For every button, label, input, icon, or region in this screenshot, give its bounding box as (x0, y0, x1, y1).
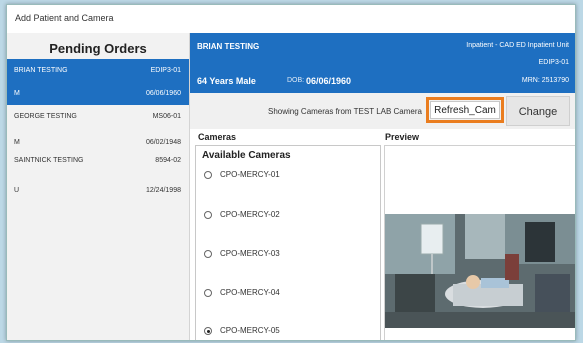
radio-button-selected[interactable] (204, 327, 212, 335)
radio-button[interactable] (204, 171, 212, 179)
window-title: Add Patient and Camera (15, 13, 114, 23)
camera-source-text: Showing Cameras from TEST LAB Camera (268, 107, 422, 116)
patient-mrn: MRN: 2513790 (521, 77, 569, 84)
patient-name: BRIAN TESTING (197, 42, 260, 51)
preview-section-label: Preview (385, 132, 420, 142)
camera-option-label: CPO-MERCY-03 (220, 249, 280, 258)
pending-orders-title: Pending Orders (49, 41, 147, 56)
camera-source-bar: Showing Cameras from TEST LAB Camera Ref… (190, 93, 575, 129)
patient-location: Inpatient - CAD ED Inpatient Unit (466, 42, 569, 49)
refresh-highlight: Refresh_Cam (426, 97, 504, 123)
patient-order-id: EDIP3-01 (538, 59, 569, 66)
camera-option-label: CPO-MERCY-05 (220, 326, 280, 335)
camera-option-label: CPO-MERCY-02 (220, 210, 280, 219)
pending-order-row[interactable]: SAINTNICK TESTING 8594-02 (7, 149, 189, 172)
order-sex: M (14, 90, 20, 97)
order-patient-name: SAINTNICK TESTING (14, 157, 84, 164)
title-bar: Add Patient and Camera (7, 5, 575, 34)
order-dob: 12/24/1998 (145, 187, 181, 194)
add-patient-camera-window: Add Patient and Camera Pending Orders BR… (6, 4, 576, 341)
pending-orders-panel: Pending Orders BRIAN TESTING EDIP3-01 M … (7, 33, 190, 340)
refresh-cam-button[interactable]: Refresh_Cam (430, 101, 500, 119)
order-id: MS06-01 (152, 113, 181, 120)
order-sex: M (14, 139, 20, 146)
patient-age-sex: 64 Years Male (197, 76, 256, 86)
patient-header: BRIAN TESTING Inpatient - CAD ED Inpatie… (190, 33, 575, 93)
order-id: 8594-02 (155, 157, 181, 164)
pending-order-row[interactable]: M 06/06/1960 (7, 82, 189, 105)
radio-button[interactable] (204, 250, 212, 258)
cameras-list-panel: Available Cameras CPO-MERCY-01 CPO-MERCY… (195, 145, 381, 340)
patient-dob: 06/06/1960 (306, 76, 352, 86)
change-button[interactable]: Change (506, 96, 570, 126)
pending-order-row[interactable]: GEORGE TESTING MS06-01 (7, 105, 189, 128)
order-patient-name: BRIAN TESTING (14, 67, 68, 74)
available-cameras-label: Available Cameras (202, 150, 291, 161)
radio-button[interactable] (204, 289, 212, 297)
order-id: EDIP3-01 (150, 67, 181, 74)
pending-order-row[interactable]: BRIAN TESTING EDIP3-01 (7, 59, 189, 82)
order-dob: 06/06/1960 (145, 90, 181, 97)
pending-order-row[interactable]: U 12/24/1998 (7, 179, 189, 202)
order-sex: U (14, 187, 20, 194)
dob-label: DOB: (287, 77, 305, 84)
order-patient-name: GEORGE TESTING (14, 113, 77, 120)
camera-option-label: CPO-MERCY-04 (220, 288, 280, 297)
camera-preview-image (385, 214, 575, 328)
camera-preview-panel (384, 145, 575, 340)
radio-button[interactable] (204, 211, 212, 219)
cameras-section-label: Cameras (198, 132, 237, 142)
camera-option-label: CPO-MERCY-01 (220, 170, 280, 179)
order-dob: 06/02/1948 (145, 139, 181, 146)
